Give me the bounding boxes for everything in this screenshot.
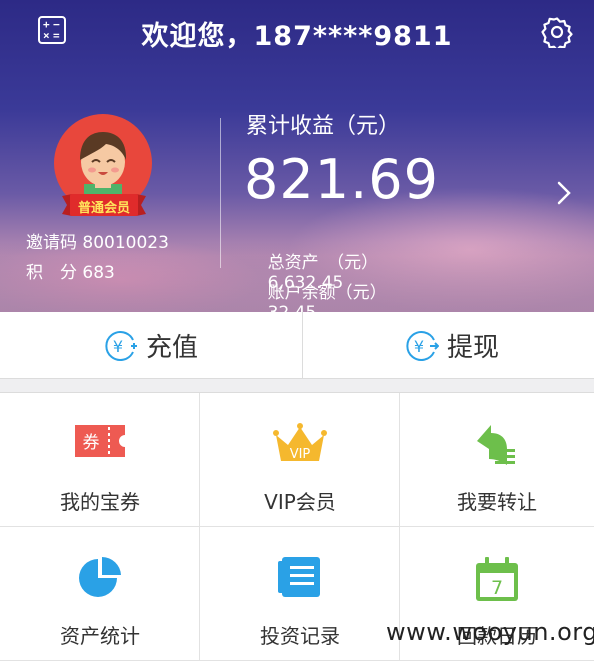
- header-divider: [220, 118, 221, 268]
- menu-item-asset-stats[interactable]: 资产统计: [0, 527, 200, 661]
- yen-transfer-icon: ¥: [406, 331, 439, 361]
- points-value: 683: [82, 263, 115, 283]
- menu-item-label: 资产统计: [60, 624, 140, 648]
- menu-item-invest-records[interactable]: 投资记录: [200, 527, 400, 661]
- points-row: 积 分 683: [26, 258, 115, 283]
- member-level-label: 普通会员: [77, 201, 130, 216]
- menu-item-vip[interactable]: VIP VIP会员: [200, 393, 400, 527]
- record-list-icon: [278, 557, 320, 597]
- balance-row: 账户余额（元） 32.45: [246, 258, 387, 312]
- svg-text:¥: ¥: [414, 337, 424, 356]
- menu-item-label: 我要转让: [457, 490, 537, 514]
- invite-code-row: 邀请码 80010023: [26, 228, 169, 253]
- balance-label: 账户余额（元）: [267, 283, 387, 303]
- menu-item-coupons[interactable]: 券 我的宝券: [0, 393, 200, 527]
- chevron-right-icon[interactable]: [556, 180, 572, 206]
- svg-text:7: 7: [491, 577, 503, 599]
- svg-text:¥: ¥: [113, 337, 123, 356]
- crown-icon: VIP: [273, 423, 327, 462]
- invite-code-label: 邀请码: [26, 233, 77, 253]
- watermark: www.wooyun.org: [386, 618, 594, 646]
- invite-code-value: 80010023: [82, 233, 169, 253]
- menu-item-label: 投资记录: [260, 624, 340, 648]
- menu-item-label: VIP会员: [264, 490, 336, 514]
- menu-item-label: 我的宝券: [60, 490, 140, 514]
- points-label: 积 分: [26, 263, 77, 283]
- gear-icon[interactable]: [541, 16, 573, 48]
- account-header: + − × = 欢迎您，187****9811 普通会员 邀请码 8001002…: [0, 0, 594, 312]
- recharge-button[interactable]: ¥ 充值: [0, 312, 297, 378]
- welcome-title: 欢迎您，187****9811: [141, 21, 453, 52]
- earnings-value[interactable]: 821.69: [244, 148, 439, 211]
- recharge-label: 充值: [146, 333, 199, 363]
- pie-chart-icon: [79, 557, 121, 597]
- yen-plus-icon: ¥: [105, 331, 137, 361]
- svg-text:券: 券: [83, 433, 100, 453]
- action-bar: ¥ 充值 ¥ 提现: [0, 312, 594, 379]
- calendar-icon: 7: [476, 557, 518, 601]
- earnings-label: 累计收益（元）: [246, 114, 401, 139]
- coupon-icon: 券: [75, 425, 125, 457]
- transfer-icon: [477, 425, 515, 465]
- balance-value: 32.45: [268, 303, 317, 312]
- menu-item-transfer[interactable]: 我要转让: [400, 393, 594, 527]
- member-level-badge: 普通会员: [62, 194, 146, 216]
- withdraw-button[interactable]: ¥ 提现: [302, 312, 594, 378]
- withdraw-label: 提现: [447, 333, 500, 363]
- svg-text:VIP: VIP: [290, 447, 311, 462]
